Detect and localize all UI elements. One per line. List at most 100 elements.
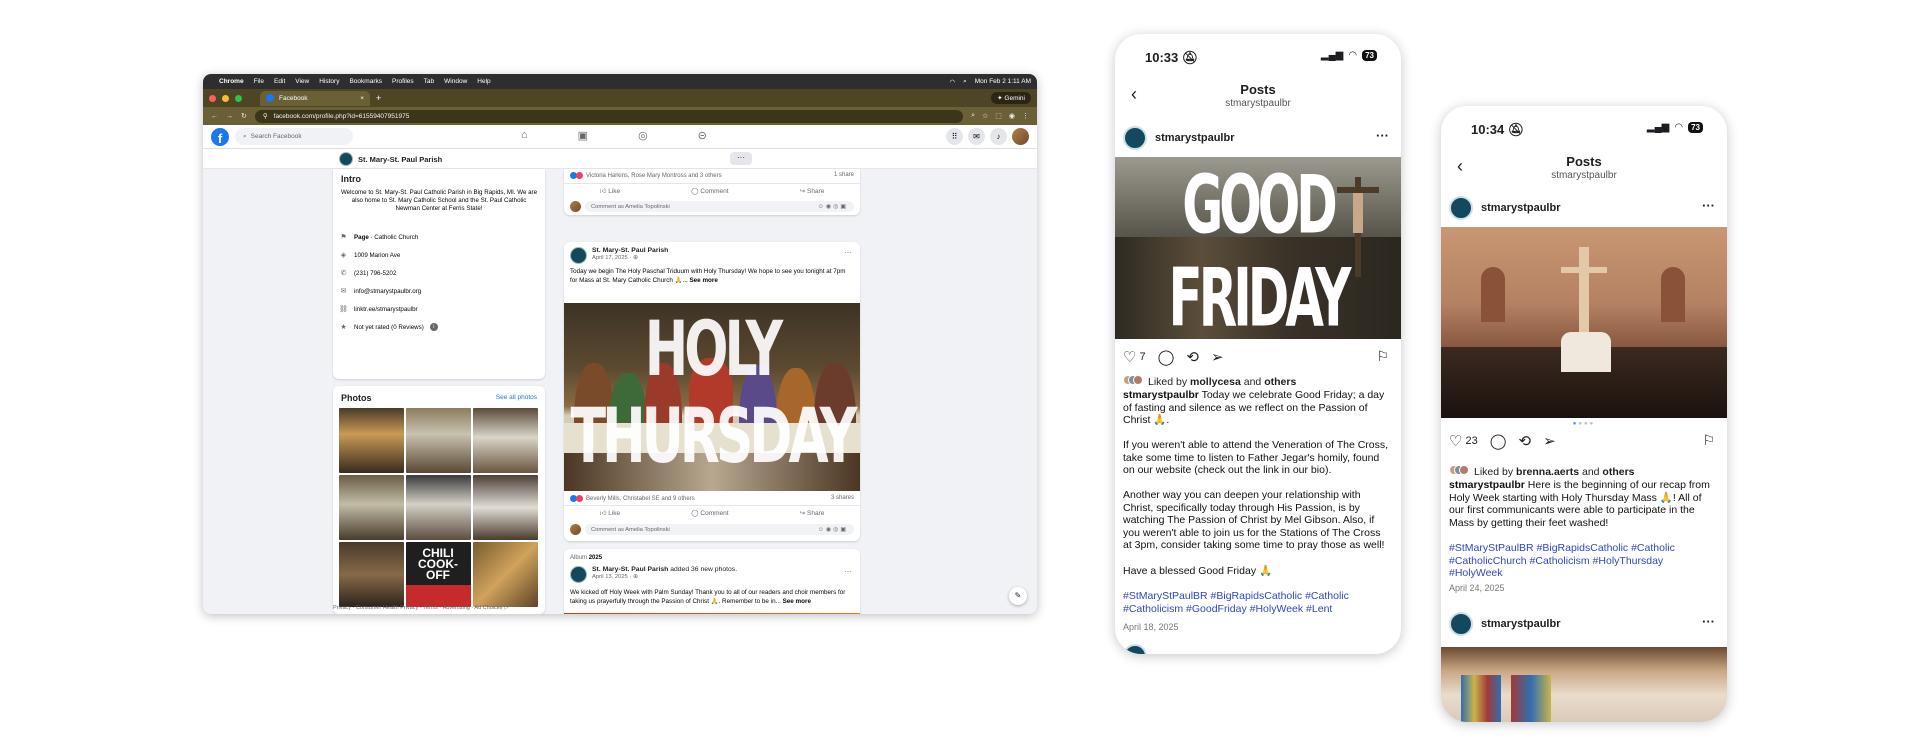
post-username[interactable]: stmarystpaulbr xyxy=(1155,132,1234,144)
parish-logo-icon[interactable] xyxy=(570,566,587,583)
messenger-icon[interactable]: ✉ xyxy=(968,128,985,145)
intro-email[interactable]: ✉ info@stmarystpaulbr.org xyxy=(339,287,422,296)
intro-website-link[interactable]: ⛓ linktr.ee/stmarystpaulbr xyxy=(339,305,418,314)
tab-facebook[interactable]: Facebook × xyxy=(260,90,370,106)
share-button[interactable]: ↪ Share xyxy=(800,509,825,517)
bookmark-star-icon[interactable]: ☆ xyxy=(982,112,988,120)
parish-logo-icon[interactable] xyxy=(1449,196,1473,220)
intro-address[interactable]: ◈ 1009 Marion Ave xyxy=(339,251,401,260)
kebab-menu-icon[interactable]: ⋮ xyxy=(1022,112,1029,120)
menu-bookmarks[interactable]: Bookmarks xyxy=(349,78,382,85)
photo-thumbnail[interactable] xyxy=(473,408,538,473)
new-tab-icon[interactable]: + xyxy=(376,93,381,103)
share-count[interactable]: 1 share xyxy=(834,172,854,178)
photo-thumbnail[interactable] xyxy=(473,542,538,607)
next-post-logo-icon[interactable] xyxy=(1123,644,1147,654)
search-icon[interactable]: ⌕ xyxy=(963,78,967,86)
menu-edit[interactable]: Edit xyxy=(274,78,285,85)
menu-tab[interactable]: Tab xyxy=(424,78,434,85)
parish-logo-icon[interactable] xyxy=(1449,612,1473,636)
back-arrow-icon[interactable]: ← xyxy=(211,113,218,120)
notifications-bell-icon[interactable]: ♪ xyxy=(990,128,1007,145)
save-bookmark-icon[interactable]: ⚐ xyxy=(1376,348,1389,365)
next-post-username[interactable]: stmarystpaulbr xyxy=(1481,618,1560,630)
gemini-button[interactable]: ✦ Gemini xyxy=(991,92,1031,104)
menu-help[interactable]: Help xyxy=(477,78,490,85)
see-more-link[interactable]: See more xyxy=(783,598,811,605)
menu-profiles[interactable]: Profiles xyxy=(392,78,414,85)
comment-button[interactable]: ◯ Comment xyxy=(691,187,728,195)
profile-icon[interactable]: ◉ xyxy=(1009,112,1015,120)
like-count[interactable]: 23 xyxy=(1465,435,1477,447)
post-author[interactable]: St. Mary-St. Paul Parish added 36 new ph… xyxy=(592,566,737,573)
zoom-icon[interactable]: ⌕ xyxy=(971,112,975,120)
menu-history[interactable]: History xyxy=(319,78,339,85)
photo-thumbnail[interactable] xyxy=(339,475,404,540)
comment-tools-icon[interactable]: ☺◉◎▣ xyxy=(818,203,848,210)
compose-edit-icon[interactable]: ✎ xyxy=(1009,587,1027,605)
post-hashtags[interactable]: #StMaryStPaulBR #BigRapidsCatholic #Cath… xyxy=(1449,542,1715,580)
holy-thursday-mass-image[interactable] xyxy=(1441,227,1727,418)
forward-arrow-icon[interactable]: → xyxy=(226,113,233,120)
close-window-icon[interactable] xyxy=(209,94,216,102)
post-date[interactable]: April 13, 2025 · ⊕ xyxy=(592,574,737,580)
comment-icon[interactable]: ◯ xyxy=(1158,348,1175,366)
footer-links[interactable]: Privacy · Consumer Health Privacy · Term… xyxy=(333,605,508,611)
reload-icon[interactable]: ↻ xyxy=(241,112,247,120)
comment-input[interactable]: Comment as Amelia Topolinski ☺◉◎▣ xyxy=(585,201,854,212)
post-options-icon[interactable]: ··· xyxy=(844,248,852,257)
menubar-clock[interactable]: Mon Feb 2 1:11 AM xyxy=(975,78,1031,86)
menu-view[interactable]: View xyxy=(295,78,309,85)
comment-icon[interactable]: ◯ xyxy=(1490,432,1507,450)
post-username[interactable]: stmarystpaulbr xyxy=(1481,202,1560,214)
menu-file[interactable]: File xyxy=(254,78,264,85)
url-field[interactable]: ⚲ facebook.com/profile.php?id=6155940795… xyxy=(254,109,964,123)
heart-icon[interactable]: ♡ xyxy=(1123,348,1136,366)
facebook-search-input[interactable]: ⌕ Search Facebook xyxy=(235,128,353,145)
page-more-button[interactable]: ··· xyxy=(730,152,752,165)
menu-window[interactable]: Window xyxy=(444,78,467,85)
post-hashtags[interactable]: #StMaryStPaulBR #BigRapidsCatholic #Cath… xyxy=(1123,590,1389,615)
menu-grid-icon[interactable]: ⠿ xyxy=(946,128,963,145)
parish-logo-icon[interactable] xyxy=(570,247,587,264)
post-options-icon[interactable]: ··· xyxy=(1702,614,1715,629)
post-author[interactable]: St. Mary-St. Paul Parish xyxy=(592,247,668,254)
caption-username[interactable]: stmarystpaulbr xyxy=(1123,389,1199,401)
photo-thumbnail[interactable] xyxy=(473,475,538,540)
share-count[interactable]: 3 shares xyxy=(831,495,854,501)
share-button[interactable]: ↪ Share xyxy=(800,187,825,195)
facebook-logo-icon[interactable]: f xyxy=(211,127,229,146)
album-photos-preview[interactable] xyxy=(564,613,860,614)
extension-icon[interactable]: ⬚ xyxy=(995,112,1002,120)
repost-icon[interactable]: ⟲ xyxy=(1519,432,1532,450)
post-options-icon[interactable]: ··· xyxy=(1702,198,1715,213)
like-button[interactable]: 👍︎ Like xyxy=(600,187,621,195)
holy-thursday-image[interactable]: HOLY THURSDAY xyxy=(564,303,860,491)
wifi-icon[interactable]: ◠ xyxy=(949,78,955,86)
parish-logo-icon[interactable] xyxy=(1123,126,1147,150)
photo-thumbnail[interactable] xyxy=(339,408,404,473)
good-friday-image[interactable]: GOOD FRIDAY xyxy=(1115,157,1401,339)
repost-icon[interactable]: ⟲ xyxy=(1186,348,1199,366)
liked-by[interactable]: Liked by mollycesa and others xyxy=(1123,375,1296,388)
see-all-photos-link[interactable]: See all photos xyxy=(496,394,537,401)
photo-thumbnail-chili[interactable]: CHILI COOK-OFF xyxy=(406,542,471,607)
post-date[interactable]: April 17, 2025 · ⊕ xyxy=(592,255,668,261)
marketplace-icon[interactable]: ▣ xyxy=(578,129,588,142)
account-avatar[interactable] xyxy=(1012,128,1029,145)
save-bookmark-icon[interactable]: ⚐ xyxy=(1702,432,1715,449)
site-info-icon[interactable]: ⚲ xyxy=(263,112,268,120)
comment-button[interactable]: ◯ Comment xyxy=(691,509,728,517)
gaming-icon[interactable]: ⊝ xyxy=(698,129,707,142)
photo-thumbnail[interactable] xyxy=(406,408,471,473)
next-post-image[interactable] xyxy=(1441,647,1727,722)
home-icon[interactable]: ⌂ xyxy=(521,129,528,142)
like-count[interactable]: 7 xyxy=(1139,351,1145,363)
photo-thumbnail[interactable] xyxy=(339,542,404,607)
maximize-window-icon[interactable] xyxy=(235,94,242,102)
see-more-link[interactable]: See more xyxy=(689,277,717,284)
page-name[interactable]: St. Mary-St. Paul Parish xyxy=(358,155,442,164)
caption-username[interactable]: stmarystpaulbr xyxy=(1449,479,1525,491)
photo-thumbnail[interactable] xyxy=(406,475,471,540)
heart-icon[interactable]: ♡ xyxy=(1449,432,1462,450)
